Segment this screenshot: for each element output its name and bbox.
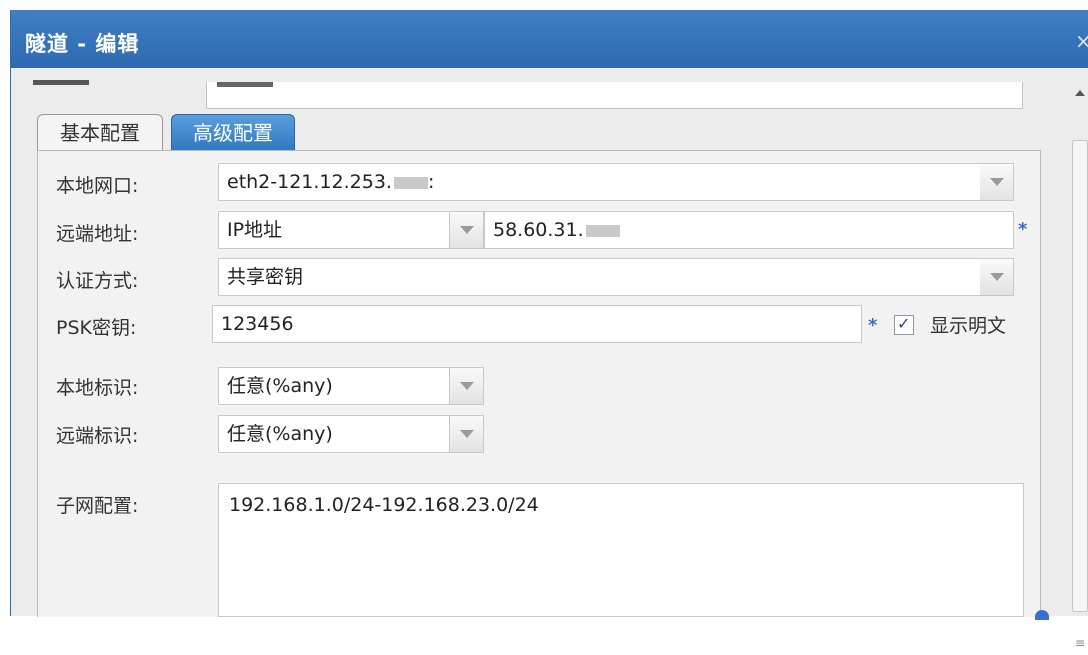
redacted-mask [393,176,428,189]
dropdown-arrow-icon[interactable] [980,163,1014,201]
remote-address-type-select[interactable]: IP地址 [218,211,450,249]
name-label-clipped [33,80,89,85]
tab-basic-config[interactable]: 基本配置 [37,114,163,151]
dropdown-arrow-icon[interactable] [450,211,484,249]
scroll-grip-icon[interactable]: ≡ [1075,637,1085,655]
local-id-value: 任意(%any) [227,375,333,397]
close-icon[interactable]: × [1075,30,1088,52]
name-value-clipped [217,82,273,87]
auth-method-label: 认证方式: [56,270,139,292]
auth-method-select[interactable]: 共享密钥 [218,258,1014,296]
psk-label: PSK密钥: [56,317,137,339]
tunnel-edit-dialog: 隧道 - 编辑 × 基本配置 高级配置 本地网口: eth2-121.12.25… [10,10,1088,649]
dropdown-arrow-icon[interactable] [450,415,484,453]
scroll-track[interactable]: ≡ [1072,140,1088,649]
psk-value: 123456 [221,313,294,335]
dialog-title: 隧道 - 编辑 [25,32,140,56]
subnet-label: 子网配置: [56,495,139,517]
dropdown-arrow-icon[interactable] [980,258,1014,296]
subnet-textarea[interactable]: 192.168.1.0/24-192.168.23.0/24 [218,483,1024,617]
dropdown-arrow-icon[interactable] [450,367,484,405]
remote-address-value: 58.60.31. [493,219,584,241]
remote-address-label: 远端地址: [56,223,139,245]
remote-address-type-value: IP地址 [227,219,283,241]
tab-advanced-config[interactable]: 高级配置 [171,114,295,151]
required-mark: * [868,315,878,336]
local-id-label: 本地标识: [56,377,139,399]
remote-address-input[interactable]: 58.60.31. [484,211,1014,249]
dialog-scrollbar[interactable]: ≡ [1069,78,1088,649]
name-field-partial[interactable] [206,82,1023,109]
local-interface-value-suffix: : [427,171,435,193]
auth-method-value: 共享密钥 [227,266,304,288]
top-strip [0,0,1088,10]
subnet-value: 192.168.1.0/24-192.168.23.0/24 [229,494,539,516]
psk-input[interactable]: 123456 [212,305,862,343]
show-plaintext-label: 显示明文 [930,315,1007,337]
local-interface-label: 本地网口: [56,175,139,197]
show-plaintext-checkbox[interactable] [894,314,914,335]
local-id-select[interactable]: 任意(%any) [218,367,450,405]
redacted-mask [585,224,620,237]
required-mark: * [1018,219,1028,240]
scroll-up-icon[interactable] [1075,90,1085,96]
help-icon[interactable] [1035,610,1049,620]
advanced-config-panel: 本地网口: eth2-121.12.253.: 远端地址: IP地址 58.60… [37,150,1041,617]
dialog-body: 基本配置 高级配置 本地网口: eth2-121.12.253.: 远端地址: … [11,68,1088,620]
local-interface-select[interactable]: eth2-121.12.253.: [218,163,1014,201]
remote-id-label: 远端标识: [56,425,139,447]
local-interface-value: eth2-121.12.253. [227,171,392,193]
remote-id-value: 任意(%any) [227,423,333,445]
dialog-titlebar: 隧道 - 编辑 × [11,10,1088,68]
remote-id-select[interactable]: 任意(%any) [218,415,450,453]
